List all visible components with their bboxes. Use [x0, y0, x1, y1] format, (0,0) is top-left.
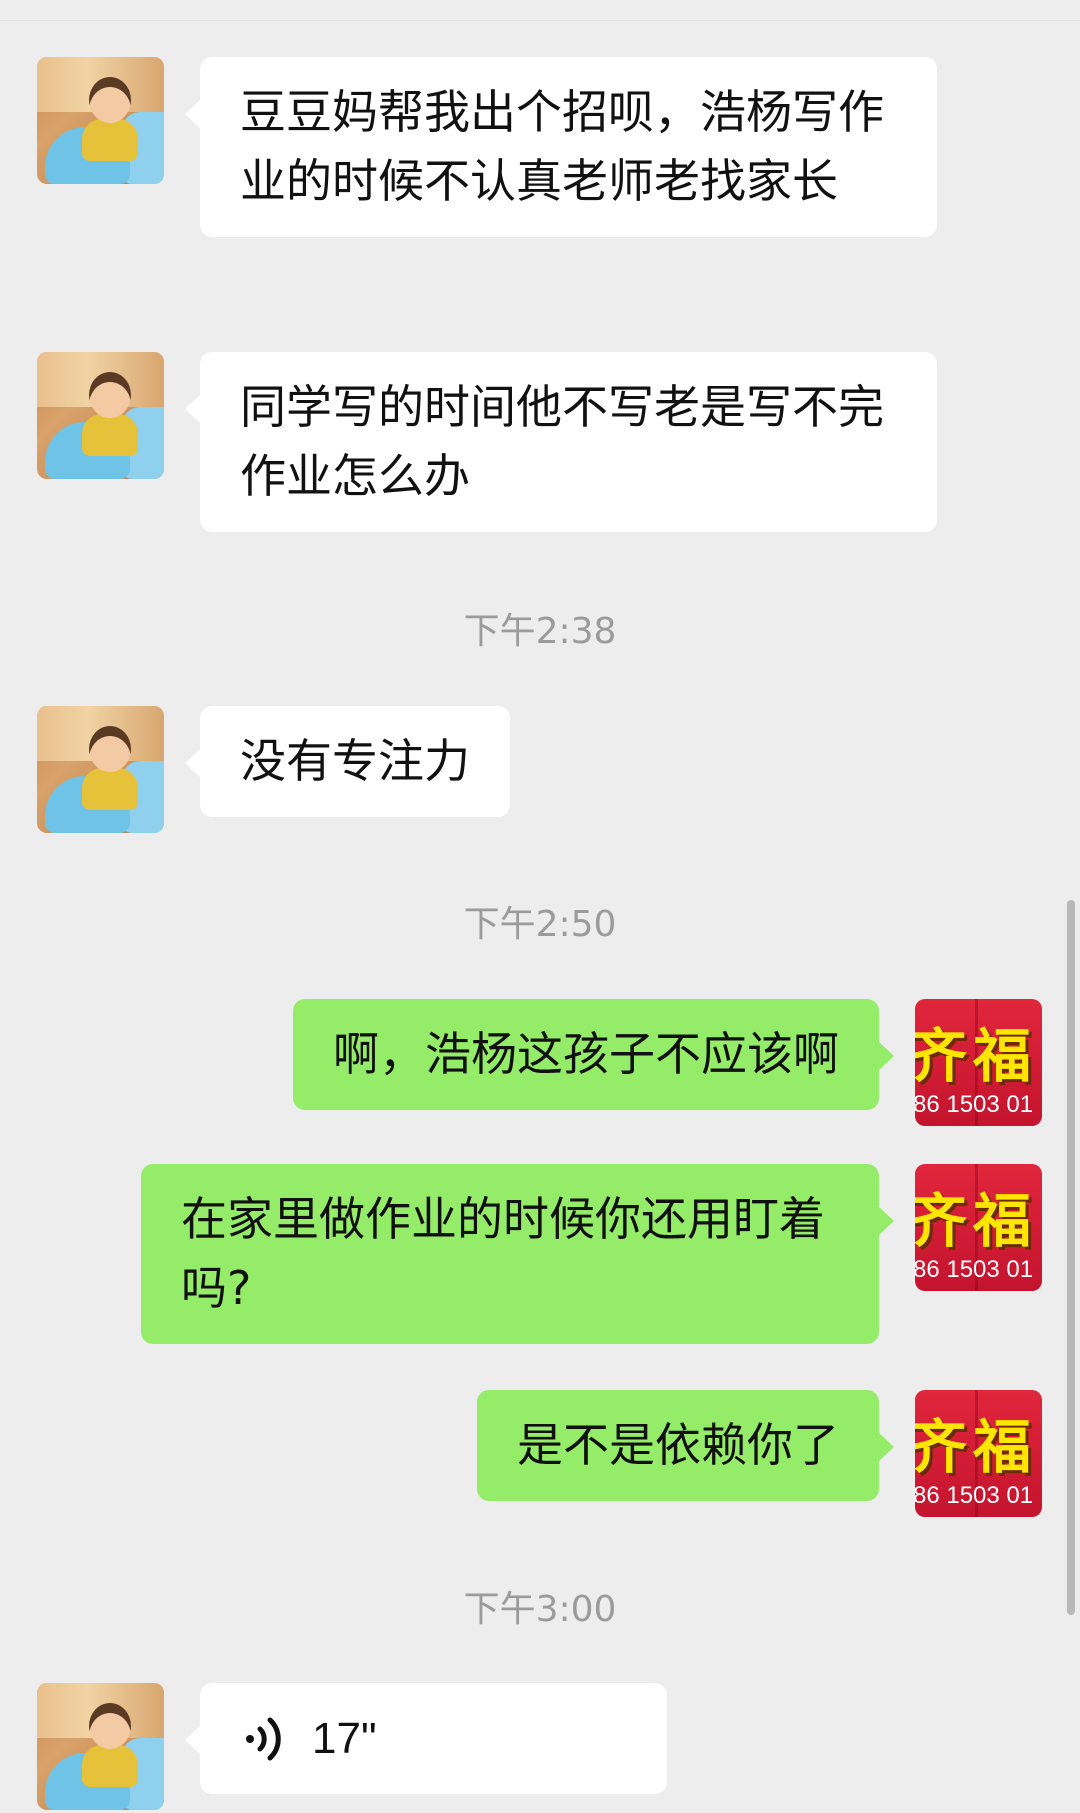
voice-message-bubble[interactable]: 17": [185, 1683, 667, 1794]
self-avatar[interactable]: 齐福 86 1503 01: [915, 1164, 1042, 1291]
incoming-message-bubble[interactable]: 没有专注力: [185, 706, 510, 817]
outgoing-message-bubble[interactable]: 在家里做作业的时候你还用盯着吗?: [141, 1164, 894, 1344]
message-timestamp: 下午2:38: [463, 611, 617, 652]
message-text: 豆豆妈帮我出个招呗，浩杨写作业的时候不认真老师老找家长: [240, 85, 884, 208]
message-timestamp: 下午3:00: [463, 1589, 617, 1630]
voice-duration: 17": [312, 1714, 377, 1763]
avatar-number: 86 1503 01: [915, 1256, 1034, 1283]
outgoing-message-bubble[interactable]: 是不是依赖你了: [477, 1390, 894, 1501]
voice-wave-icon: [246, 1717, 281, 1760]
contact-avatar[interactable]: [37, 57, 164, 184]
message-text: 没有专注力: [240, 734, 470, 788]
message-text: 在家里做作业的时候你还用盯着吗?: [181, 1192, 825, 1315]
self-avatar[interactable]: 齐福 86 1503 01: [915, 999, 1042, 1126]
outgoing-message-bubble[interactable]: 啊，浩杨这孩子不应该啊: [293, 999, 894, 1110]
message-timestamp: 下午2:50: [463, 904, 617, 945]
incoming-message-bubble[interactable]: 同学写的时间他不写老是写不完作业怎么办: [185, 352, 937, 532]
contact-avatar[interactable]: [37, 1683, 164, 1810]
avatar-glyphs: 齐福: [915, 1022, 1038, 1090]
avatar-glyphs: 齐福: [915, 1187, 1038, 1255]
self-avatar[interactable]: 齐福 86 1503 01: [915, 1390, 1042, 1517]
contact-avatar[interactable]: [37, 352, 164, 479]
message-text: 是不是依赖你了: [517, 1418, 839, 1472]
contact-avatar[interactable]: [37, 706, 164, 833]
scrollbar[interactable]: [1067, 900, 1075, 1615]
chat-message-list[interactable]: 豆豆妈帮我出个招呗，浩杨写作业的时候不认真老师老找家长 同学写的时间他不写老是写…: [0, 0, 1080, 1813]
header-divider: [0, 20, 1080, 21]
message-text: 啊，浩杨这孩子不应该啊: [333, 1027, 839, 1081]
avatar-number: 86 1503 01: [915, 1091, 1034, 1118]
avatar-number: 86 1503 01: [915, 1482, 1034, 1509]
incoming-message-bubble[interactable]: 豆豆妈帮我出个招呗，浩杨写作业的时候不认真老师老找家长: [185, 57, 937, 237]
avatar-glyphs: 齐福: [915, 1413, 1038, 1481]
message-text: 同学写的时间他不写老是写不完作业怎么办: [240, 380, 884, 503]
